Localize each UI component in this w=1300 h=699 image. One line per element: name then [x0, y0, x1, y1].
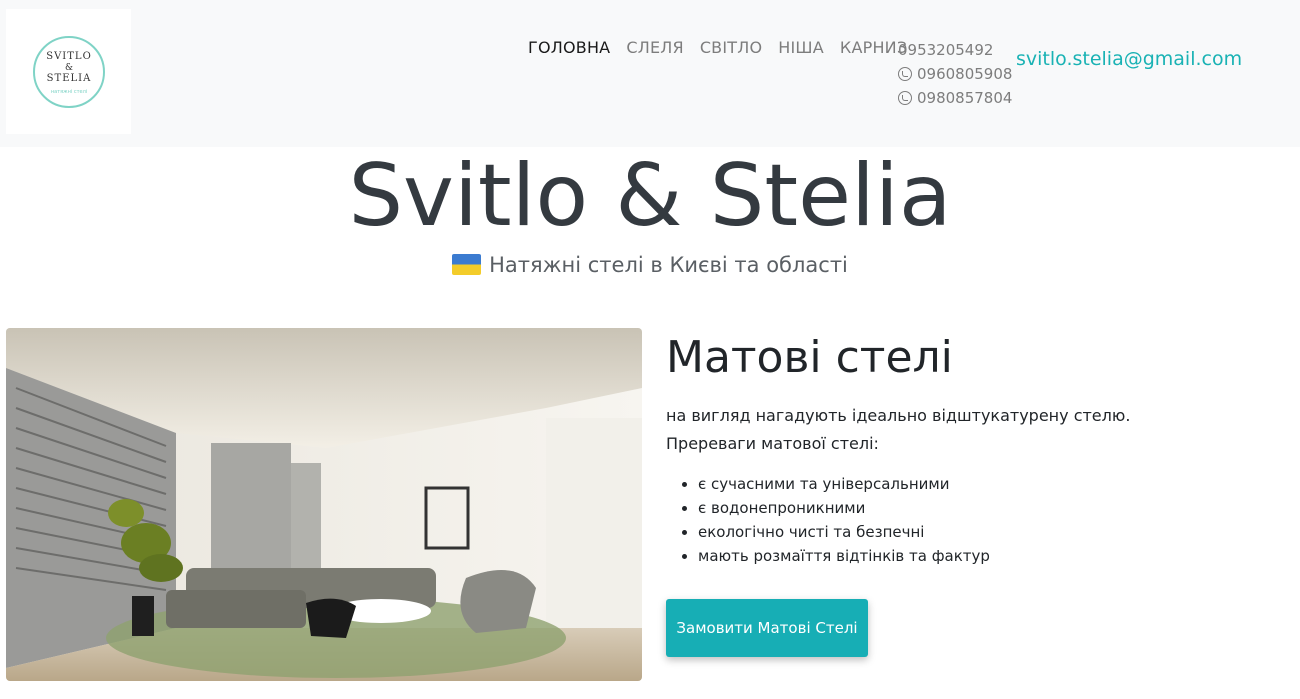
room-illustration [6, 328, 642, 681]
phone-number-text: 0960805908 [917, 65, 1013, 83]
list-item: мають розмаїття відтінків та фактур [698, 544, 1298, 568]
logo-tagline: натяжні стелі [50, 89, 88, 95]
logo-text-stelia: STELIA [46, 73, 92, 84]
list-item: екологічно чисті та безпечні [698, 520, 1298, 544]
brand-logo[interactable]: SVITLO & STELIA натяжні стелі [6, 9, 131, 134]
hero-subtitle: Натяжні стелі в Києві та області [0, 251, 1300, 279]
matte-ceiling-room-photo [6, 328, 642, 681]
ukraine-flag-icon [452, 254, 482, 275]
order-matte-ceilings-button[interactable]: Замовити Матові Стелі [666, 599, 868, 657]
navbar: SVITLO & STELIA натяжні стелі ГОЛОВНА СЛ… [0, 0, 1300, 147]
main-nav: ГОЛОВНА СЛЕЛЯ СВІТЛО НІША КАРНИЗ [528, 38, 923, 58]
nav-link-ceilings[interactable]: СЛЕЛЯ [626, 38, 683, 58]
nav-link-niche[interactable]: НІША [778, 38, 824, 58]
section-desc-line-2: Пререваги матової стелі: [666, 434, 879, 453]
nav-link-home[interactable]: ГОЛОВНА [528, 38, 610, 58]
hero-title: Svitlo & Stelia [348, 146, 952, 246]
phone-number-1[interactable]: 0953205492 [898, 38, 1012, 62]
logo-text-amp: & [64, 63, 73, 73]
phone-number-text: 0980857804 [917, 89, 1013, 107]
logo-text-svitlo: SVITLO [46, 51, 92, 62]
phone-list: 0953205492 0960805908 0980857804 [898, 38, 1012, 110]
phone-number-2[interactable]: 0960805908 [898, 62, 1012, 86]
email-link[interactable]: svitlo.stelia@gmail.com [1016, 47, 1242, 71]
list-item: є сучасними та універсальними [698, 472, 1298, 496]
phone-number-3[interactable]: 0980857804 [898, 86, 1012, 110]
section-description: на вигляд нагадують ідеально відштукатур… [666, 402, 1266, 458]
phone-number-text: 0953205492 [898, 41, 994, 59]
list-item: є водонепроникними [698, 496, 1298, 520]
benefits-list: є сучасними та універсальними є водонепр… [666, 472, 1298, 568]
viber-icon [898, 91, 912, 105]
section-desc-line-1: на вигляд нагадують ідеально відштукатур… [666, 406, 1131, 425]
section-title: Матові стелі [666, 332, 953, 383]
nav-link-light[interactable]: СВІТЛО [700, 38, 762, 58]
logo-ring: SVITLO & STELIA натяжні стелі [33, 36, 105, 108]
hero-subtitle-text: Натяжні стелі в Києві та області [489, 253, 848, 277]
viber-icon [898, 67, 912, 81]
